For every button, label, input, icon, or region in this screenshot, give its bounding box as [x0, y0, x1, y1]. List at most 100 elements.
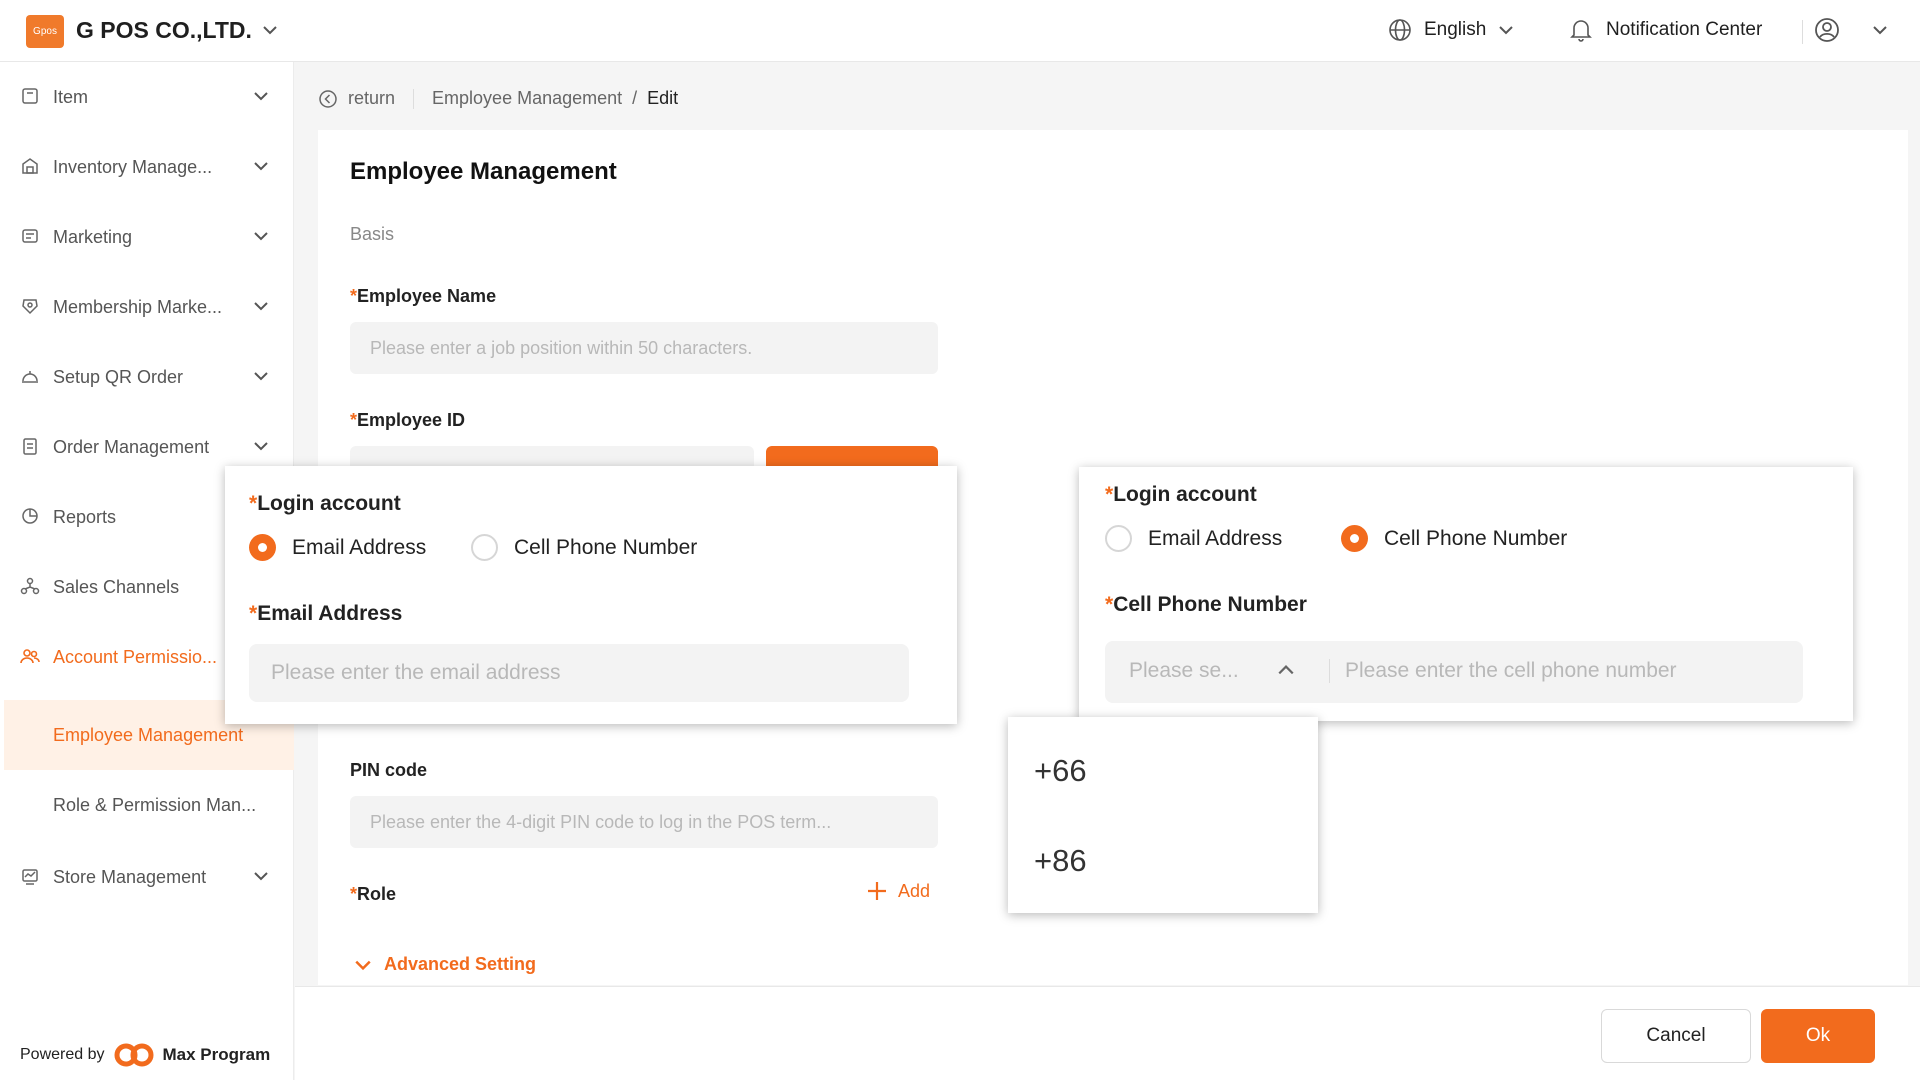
radio-cell-phone[interactable]: Cell Phone Number [1341, 525, 1567, 552]
chevron-down-icon [254, 302, 268, 311]
divider [1802, 20, 1803, 44]
cell-phone-input[interactable]: Please enter the cell phone number [1345, 659, 1677, 683]
sidebar-item-label: Reports [53, 507, 117, 527]
user-avatar-icon[interactable] [1814, 17, 1840, 43]
sidebar-item-label: Marketing [53, 227, 133, 247]
email-input[interactable]: Please enter the email address [249, 644, 909, 702]
employee-name-label: *Employee Name [350, 286, 496, 307]
order-icon [23, 438, 37, 455]
login-phone-panel: *Login account Email Address Cell Phone … [1079, 467, 1853, 721]
page-title: Employee Management [350, 158, 617, 185]
footer-bar: Cancel Ok [295, 986, 1920, 1080]
section-title: Basis [350, 224, 395, 244]
return-circle-icon[interactable] [318, 89, 338, 109]
reports-icon [22, 508, 38, 524]
sidebar-item-label: Account Permissio... [53, 647, 218, 667]
cell-phone-label: *Cell Phone Number [1105, 593, 1307, 617]
chevron-down-icon[interactable] [1872, 22, 1888, 38]
inventory-icon [22, 158, 38, 174]
max-program-logo-icon [114, 1043, 153, 1067]
sidebar-item-label: Store Management [53, 867, 207, 887]
ok-button[interactable]: Ok [1761, 1009, 1875, 1063]
radio-label: Cell Phone Number [1384, 526, 1568, 550]
globe-icon [1389, 19, 1411, 41]
cell-phone-input-group: Please se... Please enter the cell phone… [1105, 641, 1803, 703]
language-label: English [1424, 19, 1487, 40]
radio-checked[interactable] [249, 534, 276, 561]
radio-label: Cell Phone Number [514, 535, 698, 559]
advanced-setting-label: Advanced Setting [384, 954, 537, 974]
country-code-select[interactable]: Please se... [1129, 659, 1239, 683]
pin-code-input[interactable]: Please enter the 4-digit PIN code to log… [350, 796, 938, 848]
employee-name-input[interactable]: Please enter a job position within 50 ch… [350, 322, 938, 374]
required-mark: * [350, 884, 358, 904]
breadcrumb-parent[interactable]: Employee Management [432, 88, 622, 109]
notification-center[interactable]: Notification Center [1570, 18, 1762, 42]
powered-by: Powered by Max Program [20, 1042, 270, 1068]
required-mark: * [350, 410, 358, 430]
sidebar-item-item[interactable]: Item [0, 62, 294, 132]
breadcrumb: return Employee Management / Edit [318, 88, 678, 109]
radio-email-address[interactable]: Email Address [1105, 525, 1282, 552]
label-text: Employee ID [357, 410, 466, 430]
company-name[interactable]: G POS CO.,LTD. [76, 17, 252, 44]
divider [413, 88, 415, 109]
sidebar-item-inventory[interactable]: Inventory Manage... [0, 132, 294, 202]
breadcrumb-separator: / [632, 88, 638, 108]
sidebar-item-store-management[interactable]: Store Management [0, 842, 294, 912]
required-mark: * [249, 492, 258, 515]
label-text: Login account [1113, 483, 1257, 506]
company-logo: Gpos [26, 15, 64, 48]
cancel-button[interactable]: Cancel [1601, 1009, 1751, 1063]
email-address-label: *Email Address [249, 602, 402, 626]
label-text: Cell Phone Number [1113, 593, 1307, 616]
account-permission-icon [20, 649, 40, 664]
sidebar-subitem-label: Role & Permission Man... [53, 795, 257, 815]
country-code-dropdown: +66 +86 [1008, 717, 1318, 913]
login-account-label: *Login account [249, 492, 401, 516]
label-text: Role [357, 884, 397, 904]
sidebar-item-qr-order[interactable]: Setup QR Order [0, 342, 294, 412]
chevron-down-icon [1499, 26, 1514, 35]
chevron-down-icon [254, 162, 268, 171]
dropdown-option[interactable]: +66 [1034, 753, 1087, 789]
label-text: Login account [257, 492, 401, 515]
advanced-setting-toggle[interactable]: Advanced Setting [354, 954, 536, 975]
sidebar-item-label: Inventory Manage... [53, 157, 213, 177]
radio-cell-phone[interactable]: Cell Phone Number [471, 534, 697, 561]
membership-icon [22, 299, 38, 315]
breadcrumb-current: Edit [647, 88, 679, 108]
powered-by-label: Powered by [20, 1046, 105, 1063]
plus-icon [868, 882, 886, 900]
radio-checked[interactable] [1341, 525, 1368, 552]
sidebar-item-label: Order Management [53, 437, 210, 457]
return-link[interactable]: return [348, 88, 395, 109]
radio-email-address[interactable]: Email Address [249, 534, 426, 561]
sidebar-item-label: Membership Marke... [53, 297, 223, 317]
add-role-label: Add [898, 880, 931, 901]
sidebar-subitem-role-permission[interactable]: Role & Permission Man... [4, 770, 294, 840]
radio-unchecked[interactable] [471, 534, 498, 561]
sidebar-item-label: Setup QR Order [53, 367, 184, 387]
login-email-panel: *Login account Email Address Cell Phone … [225, 466, 957, 724]
required-mark: * [1105, 483, 1114, 506]
radio-label: Email Address [1148, 526, 1283, 550]
add-role-button[interactable]: Add [866, 880, 930, 902]
login-account-label: *Login account [1105, 483, 1257, 507]
chevron-down-icon [254, 92, 268, 101]
language-selector[interactable]: English [1388, 18, 1514, 42]
chevron-down-icon [254, 372, 268, 381]
divider [1329, 659, 1330, 683]
sidebar-item-membership[interactable]: Membership Marke... [0, 272, 294, 342]
radio-unchecked[interactable] [1105, 525, 1132, 552]
radio-label: Email Address [292, 535, 427, 559]
powered-brand: Max Program [162, 1045, 271, 1064]
label-text: Email Address [257, 602, 403, 625]
dropdown-option[interactable]: +86 [1034, 843, 1087, 879]
chevron-down-icon[interactable] [262, 22, 278, 38]
chevron-down-icon [355, 960, 371, 970]
employee-id-label: *Employee ID [350, 410, 465, 431]
sidebar-item-marketing[interactable]: Marketing [0, 202, 294, 272]
sidebar-item-label: Item [53, 87, 89, 107]
chevron-up-icon[interactable] [1277, 661, 1295, 679]
